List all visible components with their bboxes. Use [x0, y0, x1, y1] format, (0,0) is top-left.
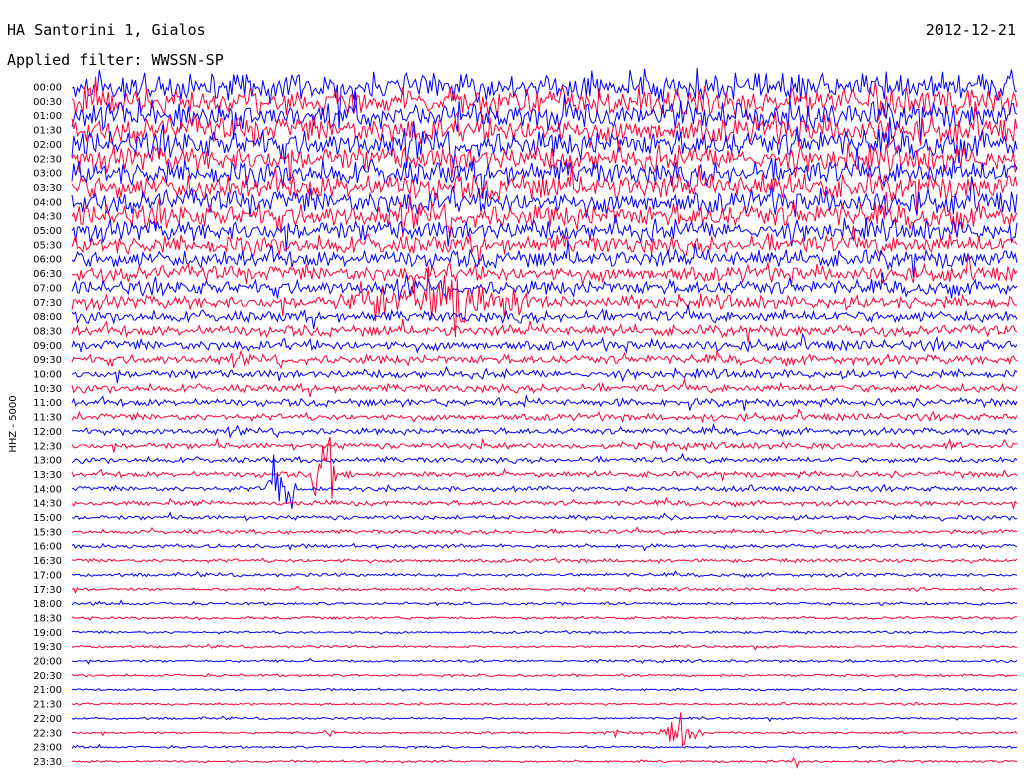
trace-row [71, 422, 1018, 439]
time-tick-label: 13:30 [33, 470, 62, 481]
time-tick-label: 10:30 [33, 384, 62, 395]
time-tick-label: 10:00 [33, 370, 62, 381]
trace-layer [71, 67, 1018, 770]
trace-row [71, 265, 1018, 338]
trace-row [71, 687, 1018, 692]
time-tick-label: 01:00 [33, 111, 62, 122]
time-tick-label: 23:30 [33, 757, 62, 768]
trace-row [71, 319, 1018, 343]
trace-row [71, 511, 1018, 522]
trace-row [71, 378, 1018, 398]
time-tick-label: 04:30 [33, 212, 62, 223]
time-tick-label: 19:00 [33, 628, 62, 639]
time-tick-label: 21:00 [33, 685, 62, 696]
trace-row [71, 393, 1018, 411]
time-tick-label: 09:00 [33, 341, 62, 352]
time-labels: 00:00 00:30 01:00 01:30 02:00 02:30 03:00 03:30… [33, 83, 62, 768]
trace-row [71, 255, 1018, 285]
channel-label: HHZ - 5000 [8, 395, 19, 452]
time-tick-label: 22:30 [33, 728, 62, 739]
time-tick-label: 13:00 [33, 456, 62, 467]
trace-row [71, 615, 1017, 621]
trace-row [71, 557, 1018, 564]
trace-row [71, 365, 1018, 384]
trace-row [71, 272, 1018, 302]
time-tick-label: 08:00 [33, 312, 62, 323]
time-tick-label: 04:00 [33, 197, 62, 208]
trace-row [71, 101, 1018, 148]
time-tick-label: 19:30 [33, 642, 62, 653]
trace-row [71, 542, 1018, 552]
trace-row [71, 437, 1018, 499]
trace-row [71, 214, 1018, 252]
trace-row [71, 526, 1018, 536]
time-tick-label: 05:30 [33, 240, 62, 251]
trace-row [71, 701, 1018, 707]
trace-row [71, 116, 1018, 169]
trace-row [71, 715, 1018, 723]
time-tick-label: 00:30 [33, 97, 62, 108]
time-tick-label: 12:00 [33, 427, 62, 438]
time-tick-label: 22:00 [33, 714, 62, 725]
trace-row [71, 585, 1018, 594]
time-tick-label: 17:00 [33, 570, 62, 581]
time-tick-label: 09:30 [33, 355, 62, 366]
time-tick-label: 15:00 [33, 513, 62, 524]
trace-row [71, 756, 1018, 770]
time-tick-label: 03:00 [33, 169, 62, 180]
time-tick-label: 07:00 [33, 283, 62, 294]
time-tick-label: 21:30 [33, 700, 62, 711]
time-tick-label: 08:30 [33, 326, 62, 337]
trace-row [71, 599, 1018, 607]
time-tick-label: 12:30 [33, 441, 62, 452]
trace-row [71, 496, 1018, 511]
time-tick-label: 16:00 [33, 542, 62, 553]
time-tick-label: 05:00 [33, 226, 62, 237]
trace-row [71, 570, 1018, 579]
trace-row [71, 743, 1018, 750]
time-tick-label: 14:30 [33, 499, 62, 510]
time-tick-label: 03:30 [33, 183, 62, 194]
time-tick-label: 11:00 [33, 398, 62, 409]
time-tick-label: 02:30 [33, 154, 62, 165]
trace-row [71, 657, 1018, 665]
time-tick-label: 18:30 [33, 613, 62, 624]
trace-row [71, 454, 1018, 509]
trace-row [71, 643, 1018, 651]
time-tick-label: 07:30 [33, 298, 62, 309]
time-tick-label: 23:00 [33, 743, 62, 754]
trace-row [71, 629, 1018, 635]
time-tick-label: 06:30 [33, 269, 62, 280]
trace-row [71, 304, 1018, 329]
time-tick-label: 00:00 [33, 83, 62, 94]
time-tick-label: 20:30 [33, 671, 62, 682]
trace-row [71, 672, 1018, 678]
time-tick-label: 18:00 [33, 599, 62, 610]
trace-row [71, 437, 1018, 453]
time-tick-label: 01:30 [33, 126, 62, 137]
time-tick-label: 11:30 [33, 413, 62, 424]
time-tick-label: 15:30 [33, 527, 62, 538]
time-tick-label: 06:00 [33, 255, 62, 266]
trace-row [71, 332, 1018, 354]
trace-row [71, 452, 1018, 465]
helicorder-plot: 00:00 00:30 01:00 01:30 02:00 02:30 03:00 03:30… [8, 67, 1018, 770]
time-tick-label: 14:00 [33, 484, 62, 495]
time-tick-label: 02:00 [33, 140, 62, 151]
trace-row [71, 349, 1018, 370]
time-tick-label: 16:30 [33, 556, 62, 567]
trace-row [71, 408, 1018, 424]
time-tick-label: 17:30 [33, 585, 62, 596]
time-tick-label: 20:00 [33, 657, 62, 668]
